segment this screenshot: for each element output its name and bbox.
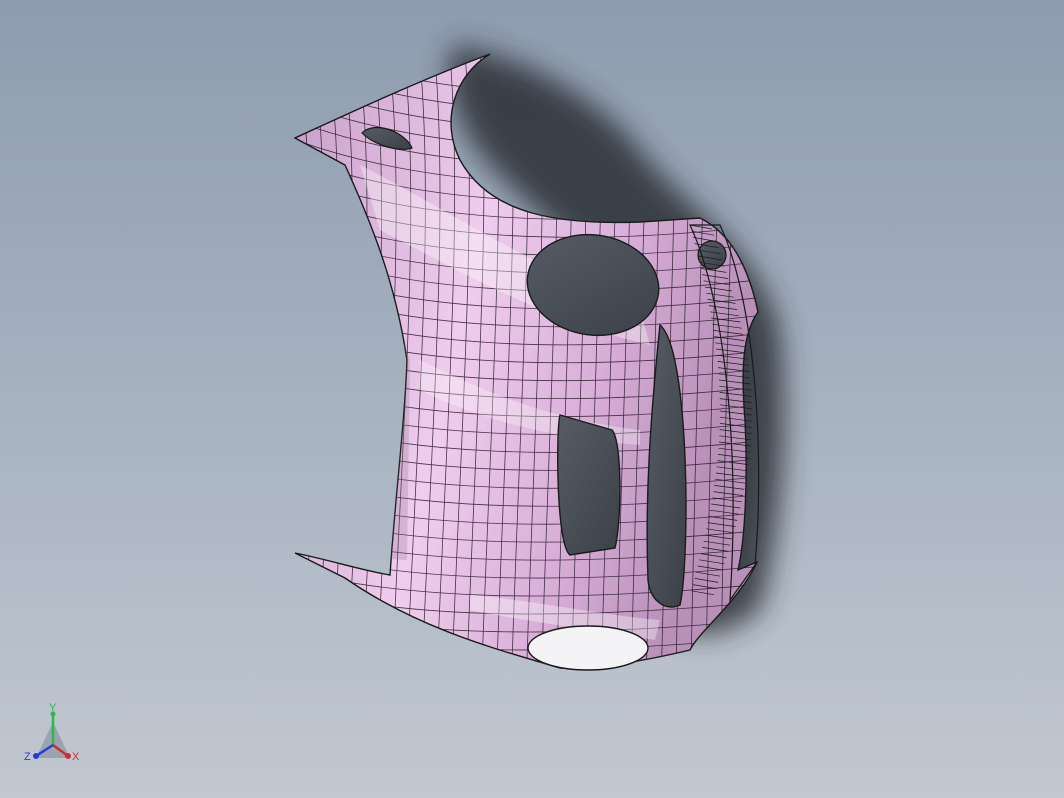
fog-lamp-opening [527,625,649,671]
mesh-line-v [270,40,294,720]
y-axis-label: Y [49,702,57,714]
model-viewport[interactable] [0,0,1064,798]
mesh-line-h [280,680,780,704]
x-axis-dot [65,753,71,759]
grille-opening [557,414,621,556]
z-axis-label: Z [24,751,31,763]
z-axis-dot [33,753,39,759]
x-axis-label: X [72,751,80,763]
orientation-triad[interactable]: Y X Z [18,700,88,770]
mesh-line-h [295,660,758,669]
